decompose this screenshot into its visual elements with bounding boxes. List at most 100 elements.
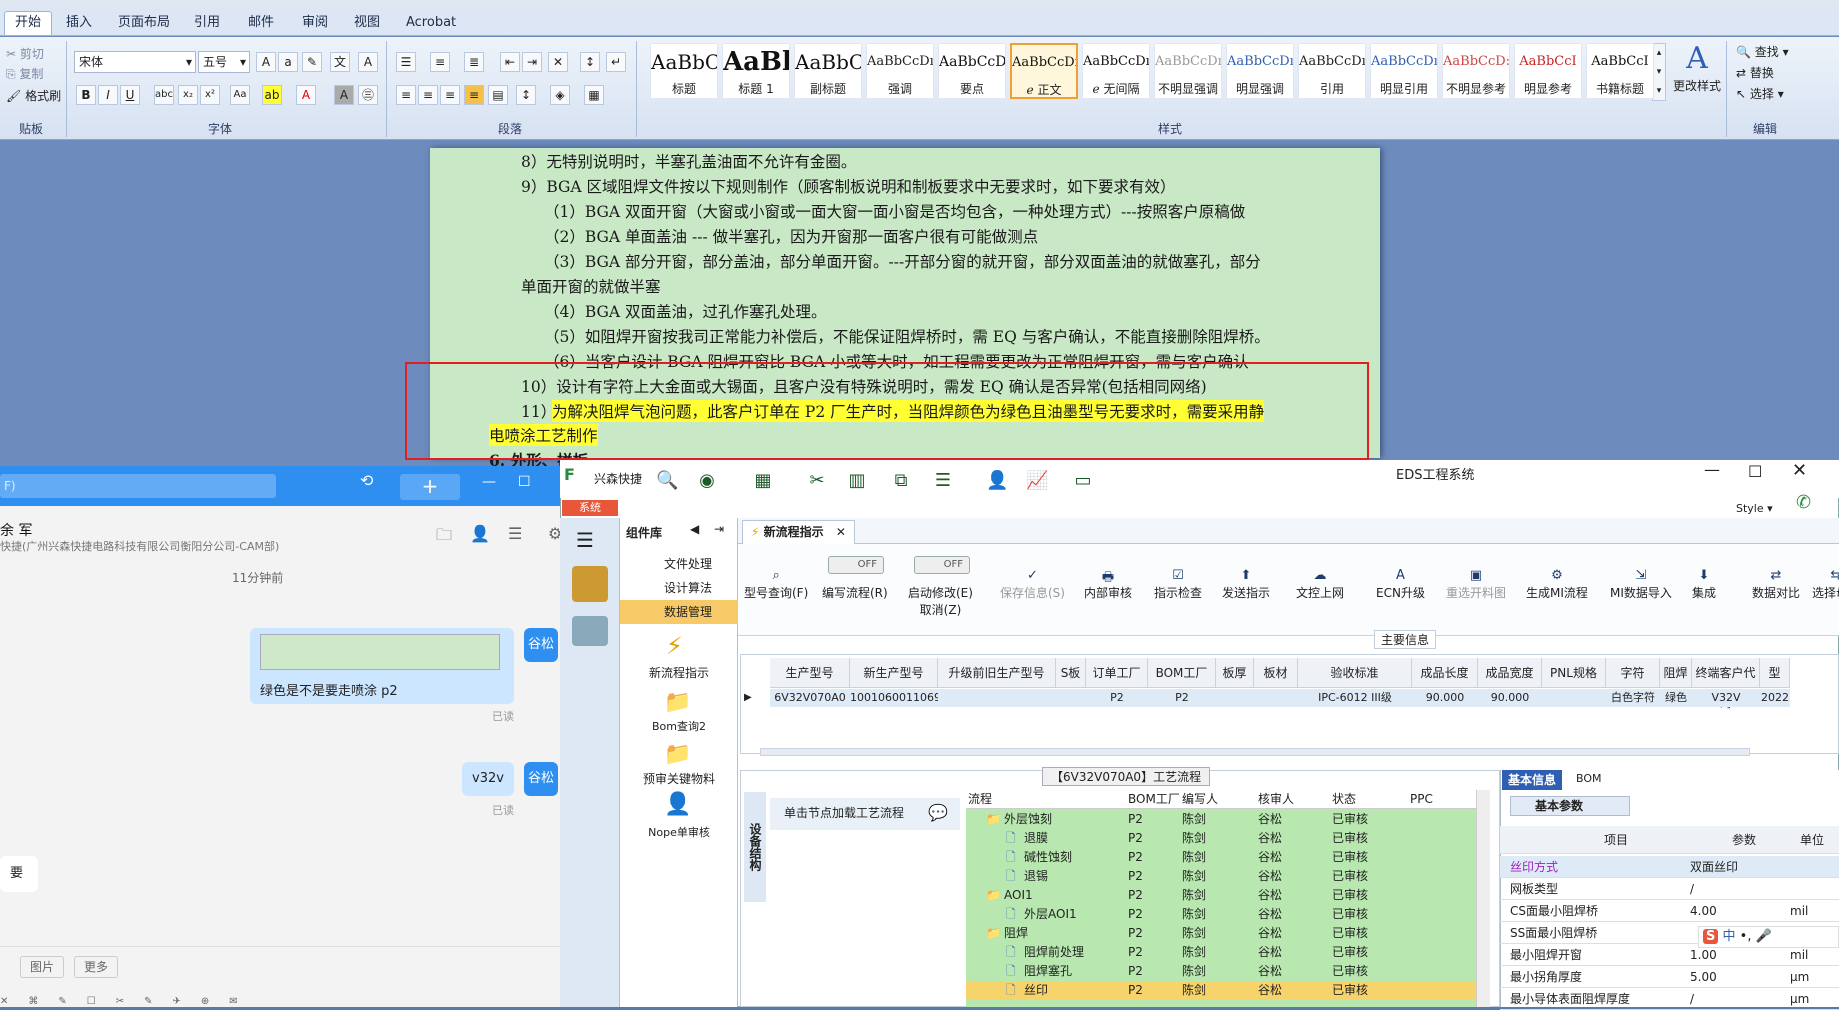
tab-new-flow[interactable]: ⚡ 新流程指示 ✕ <box>742 520 855 544</box>
comp-nope-review[interactable]: Nope单审核 <box>624 824 734 840</box>
change-case-icon[interactable]: Aa <box>230 85 250 105</box>
grid-header-12[interactable]: 字符 <box>1606 658 1660 688</box>
style-13[interactable]: AaBbCcI 书籍标题 <box>1586 43 1654 99</box>
phonetic-icon[interactable]: 文 <box>330 52 350 72</box>
tab-review[interactable]: 审阅 <box>300 12 330 36</box>
grid-cell-1[interactable]: 10010600110697 <box>850 689 938 707</box>
minimize-icon[interactable]: — <box>482 474 496 490</box>
start-modify-toggle[interactable]: OFF <box>914 556 970 574</box>
grid-header-11[interactable]: PNL规格 <box>1542 658 1606 688</box>
align-right-icon[interactable]: ≡ <box>440 85 460 105</box>
pin-icon[interactable]: ⇥ <box>714 522 724 536</box>
history-icon[interactable]: ⟲ <box>360 471 373 490</box>
action-6[interactable]: ⬆ 发送指示 <box>1222 568 1270 601</box>
tree-row[interactable]: 📁 外层蚀刻 P2 陈剑 谷松 已审核 <box>966 810 1476 829</box>
tab-bom[interactable]: BOM <box>1576 772 1602 785</box>
tree-row[interactable]: 🗋 阻焊塞孔 P2 陈剑 谷松 已审核 <box>966 962 1476 981</box>
style-7[interactable]: AaBbCcDı 不明显强调 <box>1154 43 1222 99</box>
chat-bubble-incoming[interactable]: 要 <box>0 856 38 892</box>
tab-references[interactable]: 引用 <box>192 12 222 36</box>
action-14[interactable]: ⇆ 选择母板 <box>1812 568 1839 601</box>
chinese-layout-icon[interactable]: ✕ <box>548 52 568 72</box>
cut-button[interactable]: ✂ 剪切 <box>6 45 44 62</box>
tab-acrobat[interactable]: Acrobat <box>404 12 458 36</box>
chart-icon[interactable]: 📈 <box>1026 470 1048 492</box>
grid-header-1[interactable]: 新生产型号 <box>850 658 938 688</box>
style-selector[interactable]: Style ▾ <box>1736 502 1773 515</box>
search-icon[interactable]: 🔍 <box>656 470 678 492</box>
shading-icon[interactable]: ◈ <box>550 85 570 105</box>
sort-icon[interactable]: ↕ <box>580 52 600 72</box>
grid-cell-12[interactable]: 白色字符 <box>1606 689 1660 707</box>
close-icon[interactable]: ✕ <box>1792 460 1807 481</box>
align-left-icon[interactable]: ≡ <box>396 85 416 105</box>
grid-cell-9[interactable]: 90.000 <box>1412 689 1478 707</box>
grid-cell-10[interactable]: 90.000 <box>1478 689 1542 707</box>
grid-header-10[interactable]: 成品宽度 <box>1478 658 1542 688</box>
screenshot-thumbnail[interactable] <box>260 634 500 670</box>
tab-basic-info[interactable]: 基本信息 <box>1502 770 1563 790</box>
tab-view[interactable]: 视图 <box>352 12 382 36</box>
style-10[interactable]: AaBbCcDı 明显引用 <box>1370 43 1438 99</box>
strikethrough-icon[interactable]: abc <box>154 85 174 105</box>
style-8[interactable]: AaBbCcDı 明显强调 <box>1226 43 1294 99</box>
grid-header-15[interactable]: 型 <box>1760 658 1790 688</box>
grid-cell-11[interactable] <box>1542 689 1606 707</box>
gallery-scroll[interactable]: ▴ ▾ ▾ <box>1652 43 1666 101</box>
nav-design-algorithm[interactable]: 设计算法 <box>620 576 738 600</box>
grid-header-2[interactable]: 升级前旧生产型号 <box>938 658 1056 688</box>
side-tab-device-structure[interactable]: 设备结构 <box>744 792 766 902</box>
style-0[interactable]: AaBbC 标题 <box>650 43 718 99</box>
tab-insert[interactable]: 插入 <box>64 12 94 36</box>
tree-row[interactable]: 🗋 阻焊前处理 P2 陈剑 谷松 已审核 <box>966 943 1476 962</box>
folder-icon[interactable]: 🗀 <box>436 524 452 551</box>
tree-row[interactable]: 🗋 退锡 P2 陈剑 谷松 已审核 <box>966 867 1476 886</box>
tree-scrollbar[interactable] <box>1476 790 1490 1007</box>
table-icon[interactable]: ▦ <box>752 470 774 492</box>
module-icon[interactable] <box>572 566 608 602</box>
shrink-font-icon[interactable]: a <box>278 52 298 72</box>
nav-file-processing[interactable]: 文件处理 <box>620 552 738 576</box>
style-2[interactable]: AaBbC 副标题 <box>794 43 862 99</box>
bullets-icon[interactable]: ☰ <box>396 52 416 72</box>
action-10[interactable]: ⚙ 生成MI流程 <box>1526 568 1588 601</box>
style-5[interactable]: AaBbCcDı ℯ 正文 <box>1010 43 1078 99</box>
list-icon[interactable]: ☰ <box>932 470 954 492</box>
param-row[interactable]: 网板类型 / <box>1500 878 1839 900</box>
action-12[interactable]: ⬇ 集成 <box>1692 568 1716 601</box>
avatar[interactable]: 谷松 <box>524 628 558 662</box>
horizontal-scrollbar[interactable] <box>760 748 1750 756</box>
tab-page-layout[interactable]: 页面布局 <box>116 12 172 36</box>
font-name-select[interactable]: 宋体 ▾ <box>74 51 196 73</box>
phone-icon[interactable]: ✆ <box>1796 492 1811 513</box>
style-9[interactable]: AaBbCcDı 引用 <box>1298 43 1366 99</box>
grid-header-8[interactable]: 验收标准 <box>1298 658 1412 688</box>
align-center-icon[interactable]: ≡ <box>418 85 438 105</box>
grid-cell-2[interactable] <box>938 689 1056 707</box>
highlight-icon[interactable]: ab <box>262 85 282 105</box>
tab-home[interactable]: 开始 <box>4 11 53 35</box>
grid-cell-6[interactable] <box>1216 689 1254 707</box>
subscript-icon[interactable]: x₂ <box>178 85 198 105</box>
italic-icon[interactable]: I <box>98 85 118 105</box>
menu-icon[interactable]: ☰ <box>576 528 619 552</box>
close-icon[interactable]: ✕ <box>836 525 846 539</box>
bold-icon[interactable]: B <box>76 85 96 105</box>
add-button[interactable]: + <box>400 474 460 500</box>
grid-cell-13[interactable]: 绿色 <box>1660 689 1692 707</box>
change-styles-button[interactable]: A 更改样式 <box>1672 41 1722 94</box>
action-5[interactable]: ☑ 指示检查 <box>1154 568 1202 601</box>
grid-header-7[interactable]: 板材 <box>1254 658 1298 688</box>
tree-row[interactable]: 📁 阻焊 P2 陈剑 谷松 已审核 <box>966 924 1476 943</box>
maximize-icon[interactable]: ☐ <box>1748 462 1762 481</box>
style-12[interactable]: AaBbCcI 明显参考 <box>1514 43 1582 99</box>
clear-format-icon[interactable]: ✎ <box>302 52 322 72</box>
search-history-icon[interactable]: ☰ <box>508 524 522 543</box>
chat-bubble-2[interactable]: v32v <box>462 762 514 796</box>
action-7[interactable]: ☁ 文控上网 <box>1296 568 1344 601</box>
grid-cell-0[interactable]: 6V32V070A0 <box>770 689 850 707</box>
grid-cell-3[interactable] <box>1056 689 1086 707</box>
style-3[interactable]: AaBbCcDı 强调 <box>866 43 934 99</box>
numbering-icon[interactable]: ≡ <box>430 52 450 72</box>
tree-row[interactable]: 🗋 外层AOI1 P2 陈剑 谷松 已审核 <box>966 905 1476 924</box>
